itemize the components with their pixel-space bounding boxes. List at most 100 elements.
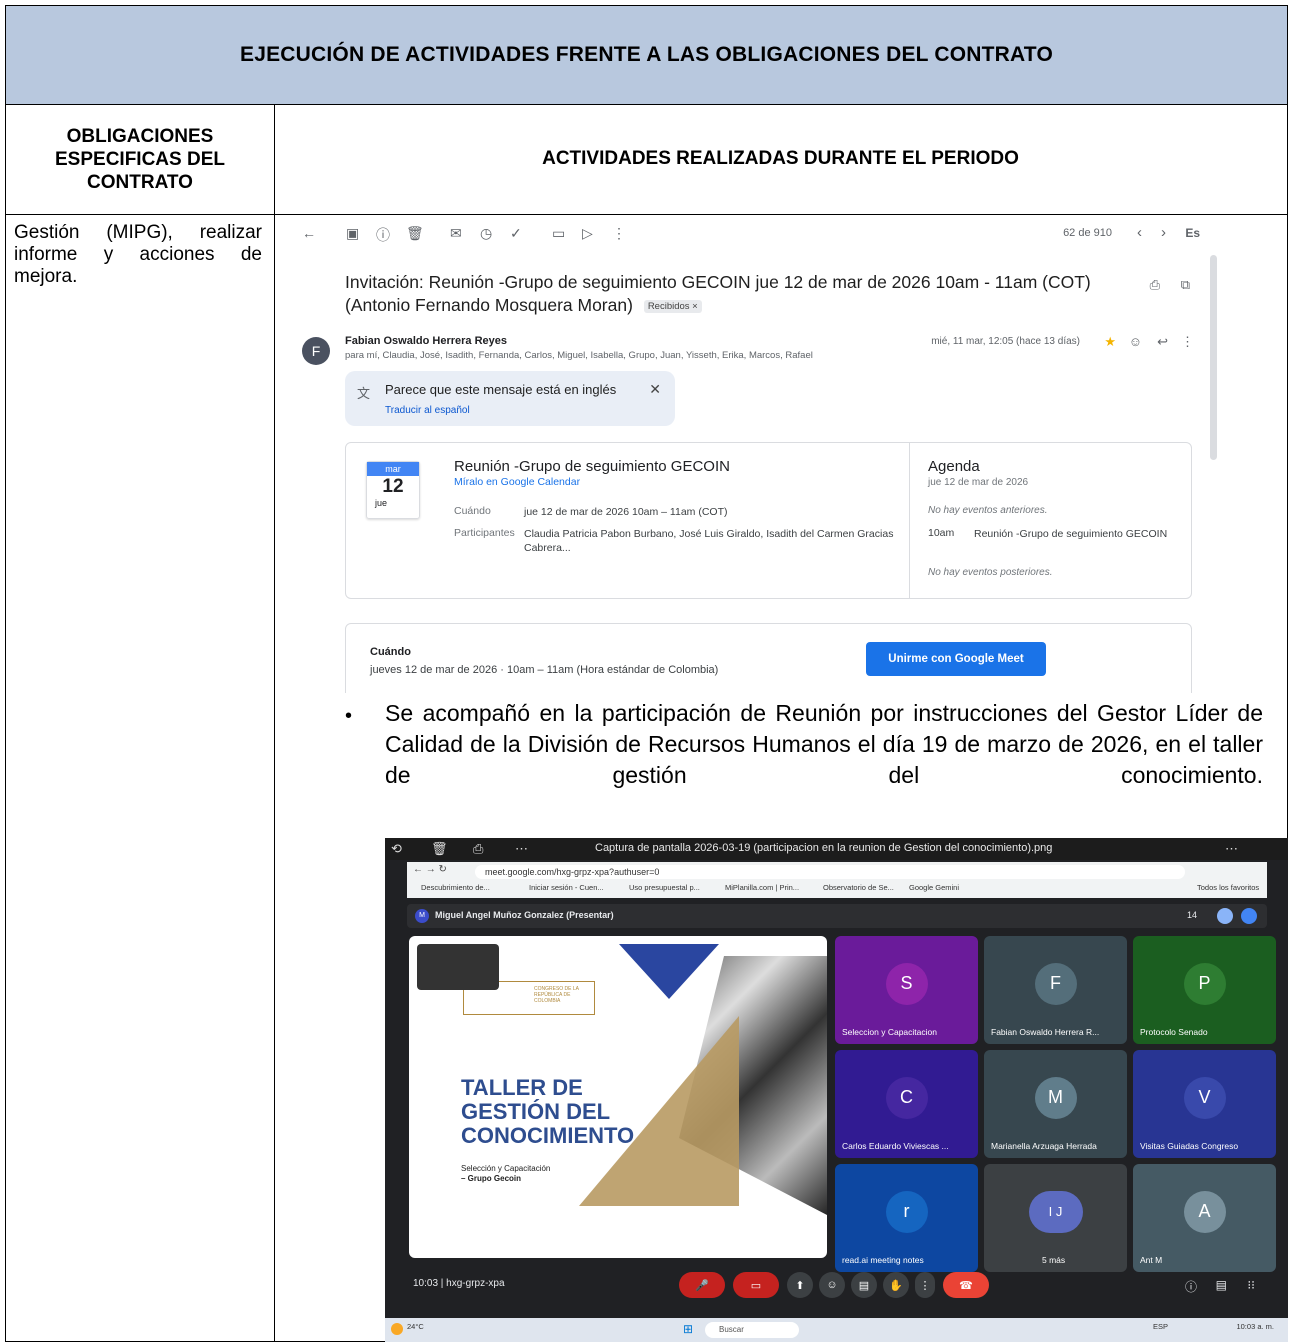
back-arrow-icon[interactable]: ←: [302, 225, 316, 241]
more-vert-icon[interactable]: ⋮: [612, 225, 626, 242]
image-viewer-titlebar: ⟲ 🗑 ⎙ ⋯ Captura de pantalla 2026-03-19 (…: [385, 838, 1288, 860]
label-icon[interactable]: ▷: [582, 225, 593, 242]
when-value: jue 12 de mar de 2026 10am – 11am (COT): [524, 506, 728, 518]
language-selector[interactable]: Es: [1185, 226, 1200, 240]
delete-icon[interactable]: 🗑: [406, 225, 424, 242]
pen-icon[interactable]: [1217, 908, 1233, 924]
sender-avatar: F: [302, 337, 330, 365]
all-bookmarks[interactable]: Todos los favoritos: [1197, 883, 1259, 892]
gmail-screenshot: ← ▣ ⓘ 🗑 ✉ ◷ ✓ ▭ ▷ ⋮ 62 de 910 ‹ › Es Inv…: [290, 215, 1220, 693]
recipients-list[interactable]: para mí, Claudia, José, Isadith, Fernand…: [345, 350, 813, 361]
meet-screenshot: ⟲ 🗑 ⎙ ⋯ Captura de pantalla 2026-03-19 (…: [385, 838, 1288, 1342]
delete-icon[interactable]: 🗑: [431, 841, 448, 857]
rotate-icon[interactable]: ⟲: [391, 841, 402, 857]
more-icon[interactable]: ⋯: [1225, 841, 1238, 857]
bookmark-6[interactable]: Google Gemini: [909, 883, 959, 892]
add-task-icon[interactable]: ✓: [510, 225, 522, 242]
participant-tile: A Ant M: [1133, 1164, 1276, 1272]
more-icon[interactable]: ⋯: [515, 841, 528, 857]
bookmark-5[interactable]: Observatorio de Se...: [823, 883, 894, 892]
participant-avatar: F: [1034, 962, 1077, 1005]
self-view-thumbnail[interactable]: [417, 944, 499, 990]
calendar-date-icon: mar 12 jue: [366, 461, 420, 519]
presenter-avatar: M: [415, 909, 429, 923]
participant-name: Marianella Arzuaga Herrada: [991, 1141, 1097, 1151]
bookmark-4[interactable]: MiPlanilla.com | Prin...: [725, 883, 799, 892]
bookmark-1[interactable]: Descubrimiento de...: [421, 883, 490, 892]
prev-icon[interactable]: ‹: [1137, 224, 1142, 241]
address-bar[interactable]: meet.google.com/hxg-grpz-xpa?authuser=0: [475, 865, 1185, 879]
more-options-button[interactable]: ⋮: [915, 1272, 935, 1298]
agenda-prev: No hay eventos anteriores.: [928, 505, 1048, 516]
agenda-panel: Agenda jue 12 de mar de 2026 No hay even…: [909, 443, 1192, 598]
email-subject-text: Invitación: Reunión -Grupo de seguimient…: [345, 272, 1091, 315]
taskbar-search[interactable]: Buscar: [705, 1322, 799, 1338]
report-spam-icon[interactable]: ⓘ: [376, 225, 390, 245]
window-title: Captura de pantalla 2026-03-19 (particip…: [595, 842, 1053, 854]
chat-icon[interactable]: ▤: [1216, 1278, 1227, 1292]
presenter-name: Miguel Angel Muñoz Gonzalez (Presentar): [435, 910, 614, 920]
when-box: Cuándo jueves 12 de mar de 2026 · 10am –…: [345, 623, 1192, 693]
open-new-window-icon[interactable]: ⧉: [1181, 277, 1190, 293]
print-icon[interactable]: ⎙: [1150, 277, 1160, 293]
leave-call-button[interactable]: ☎: [943, 1272, 989, 1298]
more-vert-icon[interactable]: ⋮: [1181, 334, 1194, 350]
email-date: mié, 11 mar, 12:05 (hace 13 días): [931, 336, 1080, 347]
calendar-link[interactable]: Míralo en Google Calendar: [454, 476, 580, 488]
scrollbar[interactable]: [1210, 255, 1217, 460]
translate-message: Parece que este mensaje está en inglés: [385, 382, 617, 397]
captions-button[interactable]: ▤: [851, 1272, 877, 1298]
meeting-code: 10:03 | hxg-grpz-xpa: [413, 1278, 505, 1289]
gemini-icon[interactable]: [1241, 908, 1257, 924]
when-box-label: Cuándo: [370, 646, 411, 658]
move-to-icon[interactable]: ▭: [552, 225, 565, 242]
participant-count[interactable]: 14: [1187, 910, 1197, 920]
when-box-value: jueves 12 de mar de 2026 · 10am – 11am (…: [370, 664, 719, 676]
info-icon[interactable]: ⓘ: [1185, 1278, 1197, 1295]
agenda-time: 10am: [928, 527, 955, 539]
participant-avatar: M: [1034, 1076, 1077, 1119]
obligation-text: Gestión (MIPG), realizar informe y accio…: [14, 222, 262, 287]
translate-banner: 文 Parece que este mensaje está en inglés…: [345, 371, 675, 426]
join-meet-button[interactable]: Unirme con Google Meet: [866, 642, 1046, 676]
archive-icon[interactable]: ▣: [346, 225, 359, 242]
bookmark-2[interactable]: Iniciar sesión - Cuen...: [529, 883, 604, 892]
star-icon[interactable]: ★: [1104, 334, 1116, 350]
snooze-icon[interactable]: ◷: [480, 225, 492, 242]
emoji-icon[interactable]: ☺: [1129, 334, 1142, 349]
nav-arrows-icon[interactable]: ← → ↻: [413, 864, 447, 875]
participant-avatar: P: [1183, 962, 1226, 1005]
meet-controls: 10:03 | hxg-grpz-xpa 🎤 ▭ ⬆ ☺ ▤ ✋ ⋮ ☎ ⓘ ▤…: [407, 1264, 1267, 1308]
sender-name: Fabian Oswaldo Herrera Reyes: [345, 335, 508, 347]
next-icon[interactable]: ›: [1161, 224, 1166, 241]
temperature: 24°C: [407, 1322, 424, 1331]
agenda-next: No hay eventos posteriores.: [928, 567, 1053, 578]
present-button[interactable]: ⬆: [787, 1272, 813, 1298]
bookmark-3[interactable]: Uso presupuestal p...: [629, 883, 700, 892]
activity-paragraph: Se acompañó en la participación de Reuni…: [385, 700, 1263, 788]
slide-blue-shape: [619, 944, 719, 999]
slide-subtitle-1: Selección y Capacitación: [461, 1164, 551, 1173]
print-icon[interactable]: ⎙: [473, 841, 483, 857]
windows-start-icon[interactable]: ⊞: [683, 1322, 693, 1336]
mic-off-button[interactable]: 🎤: [679, 1272, 725, 1298]
left-column-header-text: OBLIGACIONES ESPECIFICAS DEL CONTRATO: [55, 125, 225, 193]
activities-icon[interactable]: ⁝⁝: [1247, 1278, 1255, 1292]
camera-off-button[interactable]: ▭: [733, 1272, 779, 1298]
close-icon[interactable]: ✕: [649, 381, 661, 398]
emoji-button[interactable]: ☺: [819, 1272, 845, 1298]
raise-hand-button[interactable]: ✋: [883, 1272, 909, 1298]
mark-unread-icon[interactable]: ✉: [450, 225, 462, 242]
participant-tile: V Visitas Guiadas Congreso: [1133, 1050, 1276, 1158]
participant-avatar: C: [885, 1076, 928, 1119]
participant-avatar: A: [1183, 1190, 1226, 1233]
participants-value: Claudia Patricia Pabon Burbano, José Lui…: [524, 528, 894, 554]
participant-tile: r read.ai meeting notes: [835, 1164, 978, 1272]
participant-tile: C Carlos Eduardo Viviescas ...: [835, 1050, 978, 1158]
participant-name: Seleccion y Capacitacion: [842, 1027, 937, 1037]
translate-link[interactable]: Traducir al español: [385, 405, 470, 416]
when-label: Cuándo: [454, 505, 491, 517]
reply-icon[interactable]: ↩: [1157, 334, 1168, 350]
inbox-label-chip[interactable]: Recibidos ×: [643, 299, 702, 313]
column-divider: [274, 214, 275, 1341]
